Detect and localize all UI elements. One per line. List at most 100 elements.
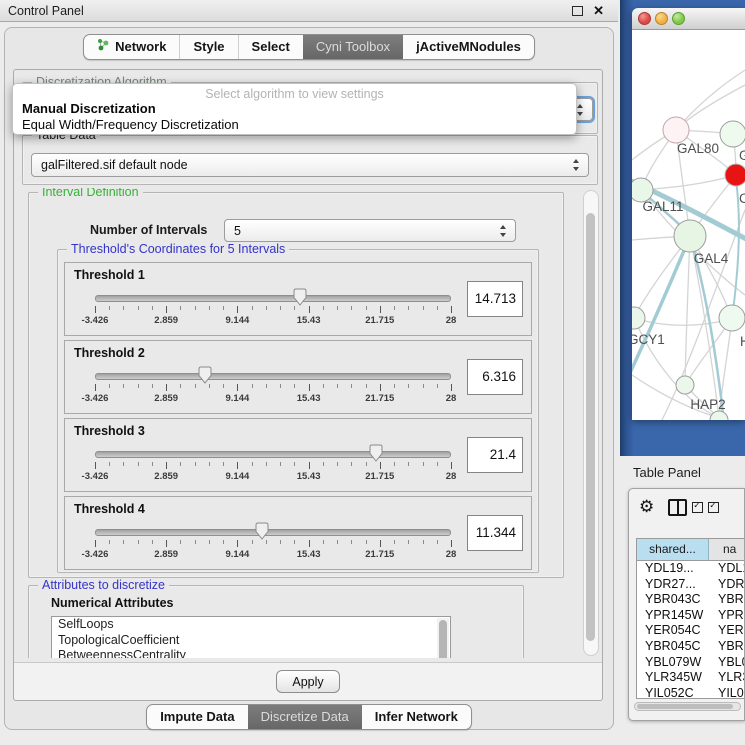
tab-impute-data[interactable]: Impute Data xyxy=(147,705,247,729)
algorithm-placeholder-option[interactable]: Select algorithm to view settings xyxy=(13,87,576,101)
network-node[interactable] xyxy=(720,121,745,147)
cell-name[interactable]: YDR2 xyxy=(709,577,745,593)
interval-definition-group: Interval Definition Number of Intervals … xyxy=(28,192,564,578)
cell-shared-name[interactable]: YPR145W xyxy=(637,608,709,624)
table-data-combobox[interactable]: galFiltered.sif default node xyxy=(31,153,589,177)
cell-name[interactable]: YIL0 xyxy=(709,686,745,699)
column-header-name[interactable]: na xyxy=(709,539,745,560)
cell-shared-name[interactable]: YIL052C xyxy=(637,686,709,699)
network-canvas[interactable]: GAL80GACGAL11GAL4GCY1HAHAP2 xyxy=(632,30,745,420)
tab-cyni-toolbox[interactable]: Cyni Toolbox xyxy=(303,35,403,59)
network-node[interactable] xyxy=(725,164,745,186)
table-hscrollbar-thumb[interactable] xyxy=(637,704,733,709)
option-equal-width-frequency[interactable]: Equal Width/Frequency Discretization xyxy=(22,117,239,132)
tab-select[interactable]: Select xyxy=(238,35,303,59)
table-row[interactable]: YIL052C YIL0 xyxy=(637,686,745,699)
tab-style[interactable]: Style xyxy=(179,35,237,59)
slider-tick xyxy=(337,384,338,388)
slider-tick-label: 9.144 xyxy=(226,471,250,482)
column-header-shared-name[interactable]: shared... xyxy=(637,539,709,560)
slider-thumb[interactable] xyxy=(198,366,213,384)
network-node[interactable] xyxy=(663,117,689,143)
minimize-traffic-light-icon[interactable] xyxy=(655,12,668,25)
slider-tick xyxy=(394,306,395,310)
cell-shared-name[interactable]: YER054C xyxy=(637,623,709,639)
cell-name[interactable]: YBR0 xyxy=(709,592,745,608)
close-icon[interactable]: ✕ xyxy=(593,6,604,16)
network-node[interactable] xyxy=(719,305,745,331)
cell-shared-name[interactable]: YDR27... xyxy=(637,577,709,593)
cell-shared-name[interactable]: YDL19... xyxy=(637,561,709,577)
slider-tick xyxy=(266,306,267,310)
attribute-list-item[interactable]: TopologicalCoefficient xyxy=(52,633,450,649)
numerical-attributes-list[interactable]: SelfLoopsTopologicalCoefficientBetweenne… xyxy=(51,616,451,658)
threshold-slider[interactable]: -3.4262.8599.14415.4321.71528 xyxy=(95,367,451,411)
slider-tick xyxy=(380,384,381,391)
threshold-value-field[interactable]: 6.316 xyxy=(467,359,523,395)
table-row[interactable]: YBL079W YBL0 xyxy=(637,655,745,671)
table-row[interactable]: YBR045C YBR0 xyxy=(637,639,745,655)
cell-name[interactable]: YPR1 xyxy=(709,608,745,624)
float-window-icon[interactable] xyxy=(572,6,583,16)
columns-icon[interactable] xyxy=(668,499,687,516)
gear-icon[interactable]: ⚙ xyxy=(639,497,654,517)
cell-name[interactable]: YDL1 xyxy=(709,561,745,577)
slider-tick xyxy=(252,540,253,544)
close-traffic-light-icon[interactable] xyxy=(638,12,651,25)
table-row[interactable]: YDR27... YDR2 xyxy=(637,577,745,593)
attributes-list-scrollbar[interactable] xyxy=(437,618,449,658)
option-manual-discretization[interactable]: Manual Discretization xyxy=(22,101,156,116)
number-of-intervals-combobox[interactable]: 5 xyxy=(224,219,516,242)
table-row[interactable]: YPR145W YPR1 xyxy=(637,608,745,624)
table-row[interactable]: YBR043C YBR0 xyxy=(637,592,745,608)
cell-name[interactable]: YBL0 xyxy=(709,655,745,671)
tab-jactivemnodules[interactable]: jActiveMNodules xyxy=(403,35,534,59)
zoom-traffic-light-icon[interactable] xyxy=(672,12,685,25)
tab-network[interactable]: Network xyxy=(84,35,179,59)
slider-thumb[interactable] xyxy=(369,444,384,462)
cell-name[interactable]: YLR3 xyxy=(709,670,745,686)
network-node-label: GCY1 xyxy=(632,332,665,347)
table-horizontal-scrollbar[interactable] xyxy=(634,702,741,711)
threshold-slider[interactable]: -3.4262.8599.14415.4321.71528 xyxy=(95,523,451,567)
slider-tick xyxy=(351,462,352,466)
slider-tick xyxy=(266,384,267,388)
slider-thumb[interactable] xyxy=(255,522,270,540)
table-row[interactable]: YLR345W YLR3 xyxy=(637,670,745,686)
attributes-list-scrollbar-thumb[interactable] xyxy=(439,620,447,658)
slider-track[interactable] xyxy=(95,529,451,536)
cell-shared-name[interactable]: YBL079W xyxy=(637,655,709,671)
slider-track[interactable] xyxy=(95,295,451,302)
attribute-list-item[interactable]: SelfLoops xyxy=(52,617,450,633)
apply-button[interactable]: Apply xyxy=(276,670,340,693)
slider-track[interactable] xyxy=(95,451,451,458)
node-table[interactable]: shared... na YDL19... YDL1YDR27... YDR2Y… xyxy=(636,538,745,699)
settings-vertical-scrollbar[interactable] xyxy=(583,190,599,656)
cell-name[interactable]: YBR0 xyxy=(709,639,745,655)
cell-shared-name[interactable]: YBR043C xyxy=(637,592,709,608)
threshold-value-field[interactable]: 14.713 xyxy=(467,281,523,317)
checkbox-icon[interactable] xyxy=(692,502,703,513)
network-node[interactable] xyxy=(674,220,706,252)
slider-tick xyxy=(152,384,153,388)
slider-tick xyxy=(394,540,395,544)
tab-discretize-data[interactable]: Discretize Data xyxy=(248,705,362,729)
threshold-value-field[interactable]: 21.4 xyxy=(467,437,523,473)
checkbox-icon[interactable] xyxy=(708,502,719,513)
tab-discretize-data-label: Discretize Data xyxy=(261,705,349,729)
threshold-slider[interactable]: -3.4262.8599.14415.4321.71528 xyxy=(95,289,451,333)
threshold-value-field[interactable]: 11.344 xyxy=(467,515,523,551)
settings-scrollbar-thumb[interactable] xyxy=(586,213,595,641)
tab-infer-network[interactable]: Infer Network xyxy=(362,705,471,729)
table-row[interactable]: YER054C YER0 xyxy=(637,623,745,639)
slider-thumb[interactable] xyxy=(293,288,308,306)
network-node[interactable] xyxy=(632,307,645,329)
cell-name[interactable]: YER0 xyxy=(709,623,745,639)
cell-shared-name[interactable]: YBR045C xyxy=(637,639,709,655)
attribute-list-item[interactable]: BetweennessCentrality xyxy=(52,648,450,658)
slider-track[interactable] xyxy=(95,373,451,380)
table-row[interactable]: YDL19... YDL1 xyxy=(637,561,745,577)
threshold-slider[interactable]: -3.4262.8599.14415.4321.71528 xyxy=(95,445,451,489)
cell-shared-name[interactable]: YLR345W xyxy=(637,670,709,686)
network-node[interactable] xyxy=(676,376,694,394)
